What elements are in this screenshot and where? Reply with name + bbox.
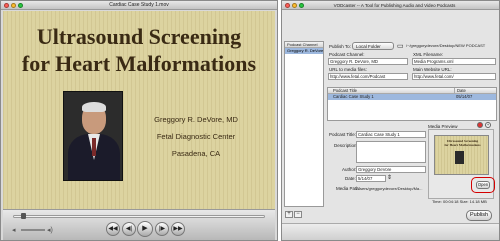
time-size-info: Time: 00:04:18 Size: 14.18 MB (432, 199, 487, 204)
add-channel-button[interactable]: + (285, 211, 293, 218)
date-field[interactable]: 5/14/07 (356, 175, 386, 182)
slide-title: Ultrasound Screening (36, 24, 242, 49)
description-field[interactable] (356, 141, 426, 163)
media-preview-thumbnail: Ultrasound Screening for Heart Malformat… (434, 135, 489, 175)
podcast-title-label: Podcast Title: (329, 132, 357, 137)
table-cell: Cardiac Case Study 1 (333, 94, 374, 99)
list-item[interactable]: Greggory R. DeVore... (285, 48, 323, 54)
publish-button[interactable]: Publish (466, 210, 492, 221)
next-button[interactable]: |▶ (155, 222, 169, 236)
record-icon[interactable] (477, 122, 483, 128)
location: Pasadena, CA (171, 149, 221, 158)
table-row[interactable]: Cardiac Case Study 1 05/14/07 (328, 94, 496, 100)
quicktime-window: Cardiac Case Study 1.mov Ultrasound Scre… (0, 0, 278, 241)
table-cell: 05/14/07 (456, 94, 473, 99)
window-title: Cardiac Case Study 1.mov (109, 2, 169, 8)
publish-path: /~/greggorydevore/Desktop/NEW PODCAST (406, 43, 486, 48)
podcast-channel-field[interactable]: Greggory R. DeVore, MD (328, 58, 408, 65)
thumbnail-title: for Heart Malformations (444, 143, 481, 147)
website-url-field[interactable]: http://www.fetal.com/ (412, 73, 496, 80)
organization: Fetal Diagnostic Center (156, 132, 236, 141)
close-icon[interactable] (285, 3, 290, 8)
add-episode-button[interactable]: + (485, 122, 491, 128)
window-bottom-bar (282, 223, 499, 240)
presenter-photo (63, 91, 123, 181)
vodcaster-window: VODcaster -- A Tool for Publishing Audio… (281, 0, 500, 241)
fast-forward-button[interactable]: ▶▶ (171, 222, 185, 236)
slide-title: for Heart Malformations (21, 51, 257, 76)
episodes-table[interactable]: Podcast Title Date Cardiac Case Study 1 … (327, 87, 497, 121)
open-button[interactable]: Open (476, 181, 490, 189)
popup-value: Local Folder (356, 44, 381, 49)
video-frame[interactable]: Ultrasound Screening for Heart Malformat… (3, 11, 275, 209)
volume-high-icon: ◂) (47, 227, 53, 234)
volume-slider[interactable] (21, 229, 45, 231)
xml-filename-label: XML Filename: (413, 52, 444, 57)
publish-to-popup[interactable]: Local Folder (352, 42, 394, 50)
date-stepper-icon[interactable]: ⇕ (387, 174, 392, 181)
author-label: Author: (342, 167, 357, 172)
playhead[interactable] (20, 213, 26, 219)
folder-icon[interactable]: ▭ (397, 42, 404, 50)
xml-filename-field[interactable]: Media Programs.xml (412, 58, 496, 65)
media-path-value: /Users/greggorydevore/Desktop/Ma... (356, 186, 423, 191)
time-scrubber[interactable] (13, 215, 265, 218)
qt-titlebar[interactable]: Cardiac Case Study 1.mov (1, 1, 277, 10)
previous-button[interactable]: ◀| (122, 222, 136, 236)
volume-low-icon: ◂ (12, 227, 16, 234)
window-title: VODcaster -- A Tool for Publishing Audio… (333, 3, 456, 8)
podcast-title-field[interactable]: Cardiac Case Study 1 (356, 131, 426, 138)
thumbnail-photo (455, 151, 464, 164)
media-url-label: URL to media files: (329, 67, 367, 72)
remove-channel-button[interactable]: − (294, 211, 302, 218)
media-url-field[interactable]: http://www.fetal.com/Podcast (328, 73, 408, 80)
website-url-label: Main Website URL: (413, 67, 452, 72)
description-label: Description: (334, 143, 358, 148)
play-button[interactable]: ▶ (137, 221, 153, 237)
presenter-name: Greggory R. DeVore, MD (154, 115, 238, 124)
publish-to-label: Publish To: (329, 44, 351, 49)
date-label: Date: (345, 176, 356, 181)
rewind-button[interactable]: ◀◀ (106, 222, 120, 236)
playback-controls: ◂ ◂) ◀◀ ◀| ▶ |▶ ▶▶ (3, 209, 275, 240)
author-field[interactable]: Greggory DeVore (356, 166, 426, 173)
vod-titlebar[interactable]: VODcaster -- A Tool for Publishing Audio… (282, 1, 499, 10)
podcast-channel-label: Podcast Channel: (329, 52, 365, 57)
podcast-channel-list[interactable]: Podcast Channel Greggory R. DeVore... (284, 41, 324, 207)
